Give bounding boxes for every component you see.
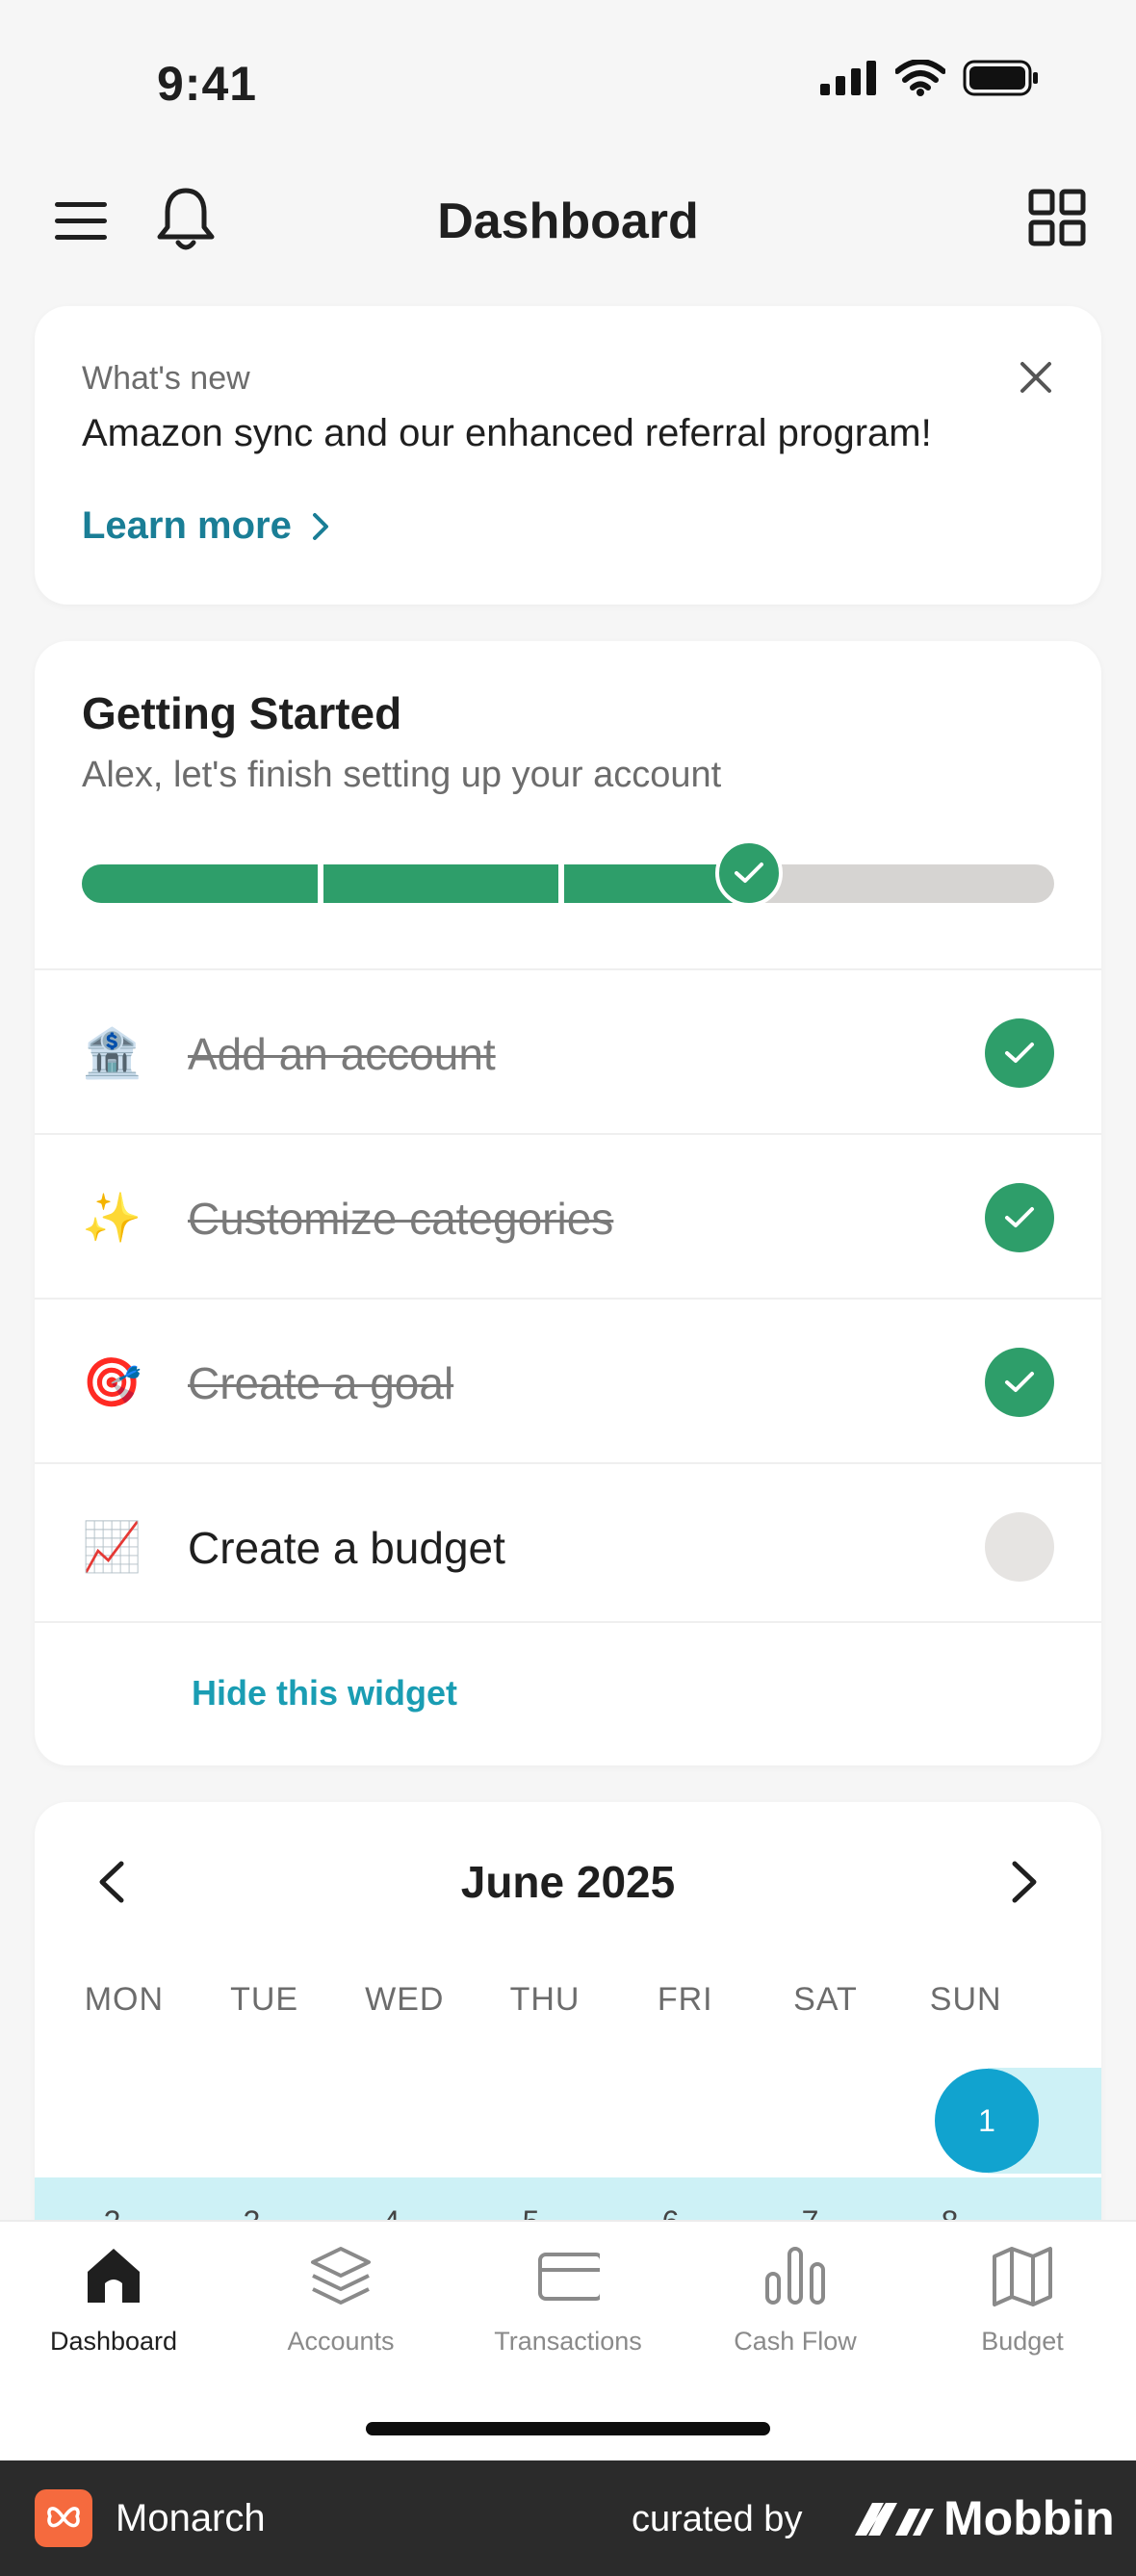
bar-chart-icon <box>763 2243 827 2313</box>
cellular-signal-icon <box>820 61 876 95</box>
getting-started-subtitle: Alex, let's finish setting up your accou… <box>82 755 722 795</box>
task-complete-checkmark-icon[interactable] <box>985 1018 1054 1088</box>
weekday-label: THU <box>509 1981 581 2018</box>
battery-icon <box>963 60 1038 96</box>
map-icon <box>991 2243 1054 2313</box>
mobbin-brand: Mobbin <box>853 2487 1115 2549</box>
status-bar: 9:41 <box>0 0 1136 164</box>
layers-icon <box>309 2243 373 2313</box>
task-emoji-icon: ✨ <box>82 1190 142 1246</box>
home-indicator <box>366 2422 770 2435</box>
footer-curated-by: curated by <box>632 2499 803 2539</box>
calendar-week-1: 1 <box>35 2068 1101 2174</box>
monarch-logo-icon <box>35 2489 92 2547</box>
chevron-right-icon <box>312 512 328 540</box>
tab-label: Cash Flow <box>734 2327 857 2356</box>
task-label: Customize categories <box>188 1194 614 1244</box>
chevron-right-icon[interactable] <box>1007 1858 1042 1906</box>
progress-segment-divider <box>558 864 564 903</box>
top-navigation-bar: Dashboard <box>0 173 1136 270</box>
progress-fill <box>82 864 749 903</box>
weekday-label: SAT <box>793 1981 858 2018</box>
tab-label: Accounts <box>287 2327 395 2356</box>
tab-label: Dashboard <box>49 2327 178 2356</box>
status-time: 9:41 <box>157 57 258 111</box>
hide-widget-link[interactable]: Hide this widget <box>192 1673 457 1713</box>
task-label: Create a budget <box>188 1523 505 1573</box>
mobbin-footer: Monarch curated by Mobbin <box>0 2460 1136 2576</box>
task-label: Add an account <box>188 1029 496 1079</box>
whats-new-text: Amazon sync and our enhanced referral pr… <box>82 412 932 454</box>
tab-accounts[interactable]: Accounts <box>227 2243 454 2378</box>
calendar-month-title: June 2025 <box>460 1857 676 1907</box>
task-emoji-icon: 📈 <box>82 1519 142 1575</box>
whats-new-card: What's new Amazon sync and our enhanced … <box>35 306 1101 605</box>
bottom-tab-bar: Dashboard Accounts Transactions Cash Flow Bu… <box>0 2220 1136 2460</box>
tab-transactions[interactable]: Transactions <box>454 2243 682 2378</box>
tab-label: Budget <box>981 2327 1064 2356</box>
task-label: Create a goal <box>188 1358 454 1408</box>
tab-budget[interactable]: Budget <box>909 2243 1136 2378</box>
close-icon[interactable] <box>1019 360 1053 395</box>
widgets-grid-icon[interactable] <box>1028 189 1086 246</box>
footer-app-name: Monarch <box>116 2497 266 2539</box>
learn-more-label: Learn more <box>82 504 292 547</box>
mobbin-brand-label: Mobbin <box>943 2491 1115 2545</box>
tab-dashboard[interactable]: Dashboard <box>0 2243 227 2378</box>
weekday-label: FRI <box>657 1981 713 2018</box>
weekday-label: MON <box>84 1981 165 2018</box>
tab-cash-flow[interactable]: Cash Flow <box>682 2243 909 2378</box>
learn-more-link[interactable]: Learn more <box>82 504 330 548</box>
progress-segment-divider <box>318 864 323 903</box>
task-pending-circle-icon[interactable] <box>985 1512 1054 1582</box>
task-complete-checkmark-icon[interactable] <box>985 1183 1054 1252</box>
task-row[interactable]: ✨ Customize categories <box>35 1133 1101 1298</box>
calendar-day-today[interactable]: 1 <box>935 2069 1039 2173</box>
home-icon <box>82 2243 145 2313</box>
progress-checkmark-icon <box>715 839 783 907</box>
weekday-label: TUE <box>230 1981 299 2018</box>
getting-started-card: Getting Started Alex, let's finish setti… <box>35 641 1101 1765</box>
page-title: Dashboard <box>437 193 699 249</box>
whats-new-label: What's new <box>82 360 250 397</box>
task-emoji-icon: 🏦 <box>82 1025 142 1081</box>
hide-widget-row: Hide this widget <box>35 1621 1101 1765</box>
wifi-icon <box>895 60 945 96</box>
task-row[interactable]: 📈 Create a budget <box>35 1462 1101 1627</box>
tab-label: Transactions <box>494 2327 642 2356</box>
task-row[interactable]: 🎯 Create a goal <box>35 1298 1101 1462</box>
weekday-header: MON TUE WED THU FRI SAT SUN <box>54 1981 1036 2019</box>
credit-card-icon <box>536 2243 604 2313</box>
setup-progress-bar <box>82 839 1054 907</box>
mobbin-logo-icon <box>855 2503 934 2536</box>
weekday-label: SUN <box>929 1981 1002 2018</box>
status-icons <box>820 60 1040 96</box>
weekday-label: WED <box>365 1981 445 2018</box>
task-row[interactable]: 🏦 Add an account <box>35 968 1101 1133</box>
getting-started-title: Getting Started <box>82 688 402 738</box>
task-complete-checkmark-icon[interactable] <box>985 1348 1054 1417</box>
task-emoji-icon: 🎯 <box>82 1354 142 1410</box>
